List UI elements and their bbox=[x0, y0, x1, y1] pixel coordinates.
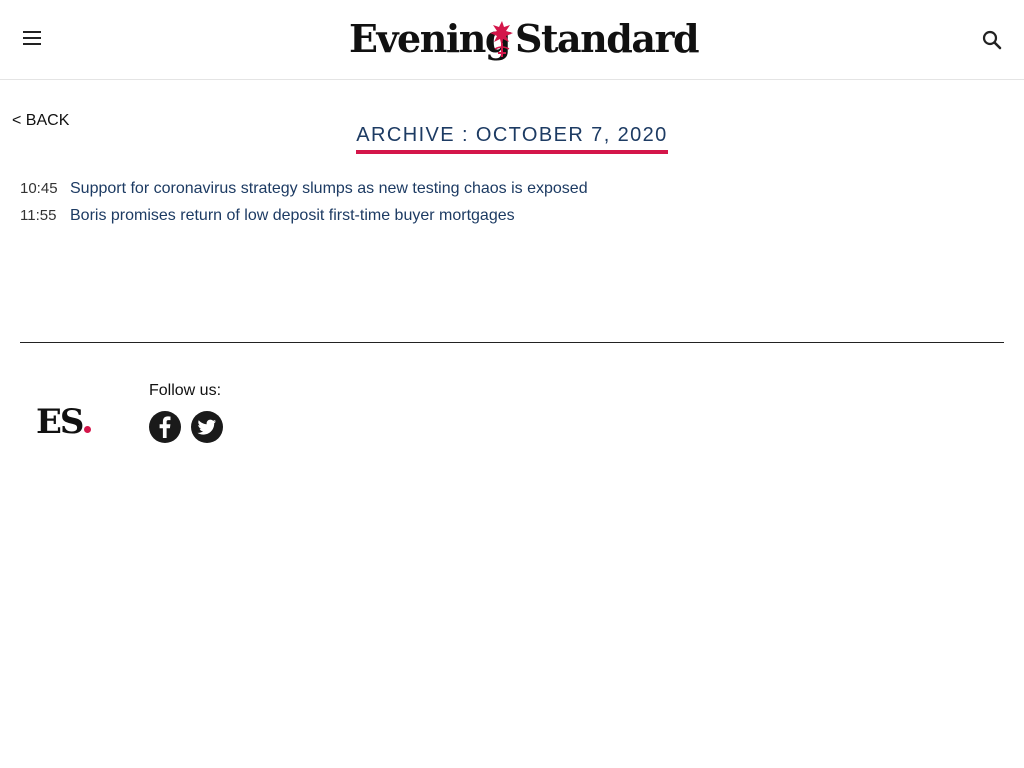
article-link[interactable]: Support for coronavirus strategy slumps … bbox=[70, 180, 588, 198]
list-item: 10:45 Support for coronavirus strategy s… bbox=[20, 180, 1000, 207]
article-list: 10:45 Support for coronavirus strategy s… bbox=[20, 180, 1000, 234]
article-link[interactable]: Boris promises return of low deposit fir… bbox=[70, 207, 515, 225]
article-time: 11:55 bbox=[20, 207, 57, 224]
site-header: Evening Standard bbox=[0, 0, 1024, 80]
logo-word-standard: Standard bbox=[515, 16, 700, 61]
site-logo[interactable]: Evening Standard bbox=[347, 14, 700, 66]
griffin-crest-icon bbox=[490, 21, 513, 57]
footer-es-logo[interactable]: ES bbox=[36, 400, 98, 444]
footer-divider bbox=[20, 342, 1004, 343]
hamburger-menu-icon bbox=[23, 31, 41, 45]
archive-title: ARCHIVE : OCTOBER 7, 2020 bbox=[356, 122, 668, 154]
follow-us-label: Follow us: bbox=[149, 382, 222, 399]
archive-heading: ARCHIVE : OCTOBER 7, 2020 bbox=[0, 112, 1024, 154]
article-time: 10:45 bbox=[20, 180, 58, 197]
facebook-link[interactable] bbox=[149, 411, 181, 443]
facebook-icon bbox=[159, 416, 171, 438]
search-icon bbox=[982, 30, 1002, 50]
twitter-icon bbox=[197, 419, 216, 435]
menu-button[interactable] bbox=[18, 24, 46, 52]
footer-logo-dot bbox=[84, 426, 92, 433]
search-button[interactable] bbox=[978, 26, 1006, 54]
list-item: 11:55 Boris promises return of low depos… bbox=[20, 207, 1000, 234]
twitter-link[interactable] bbox=[191, 411, 223, 443]
footer-logo-text: ES bbox=[36, 402, 84, 442]
